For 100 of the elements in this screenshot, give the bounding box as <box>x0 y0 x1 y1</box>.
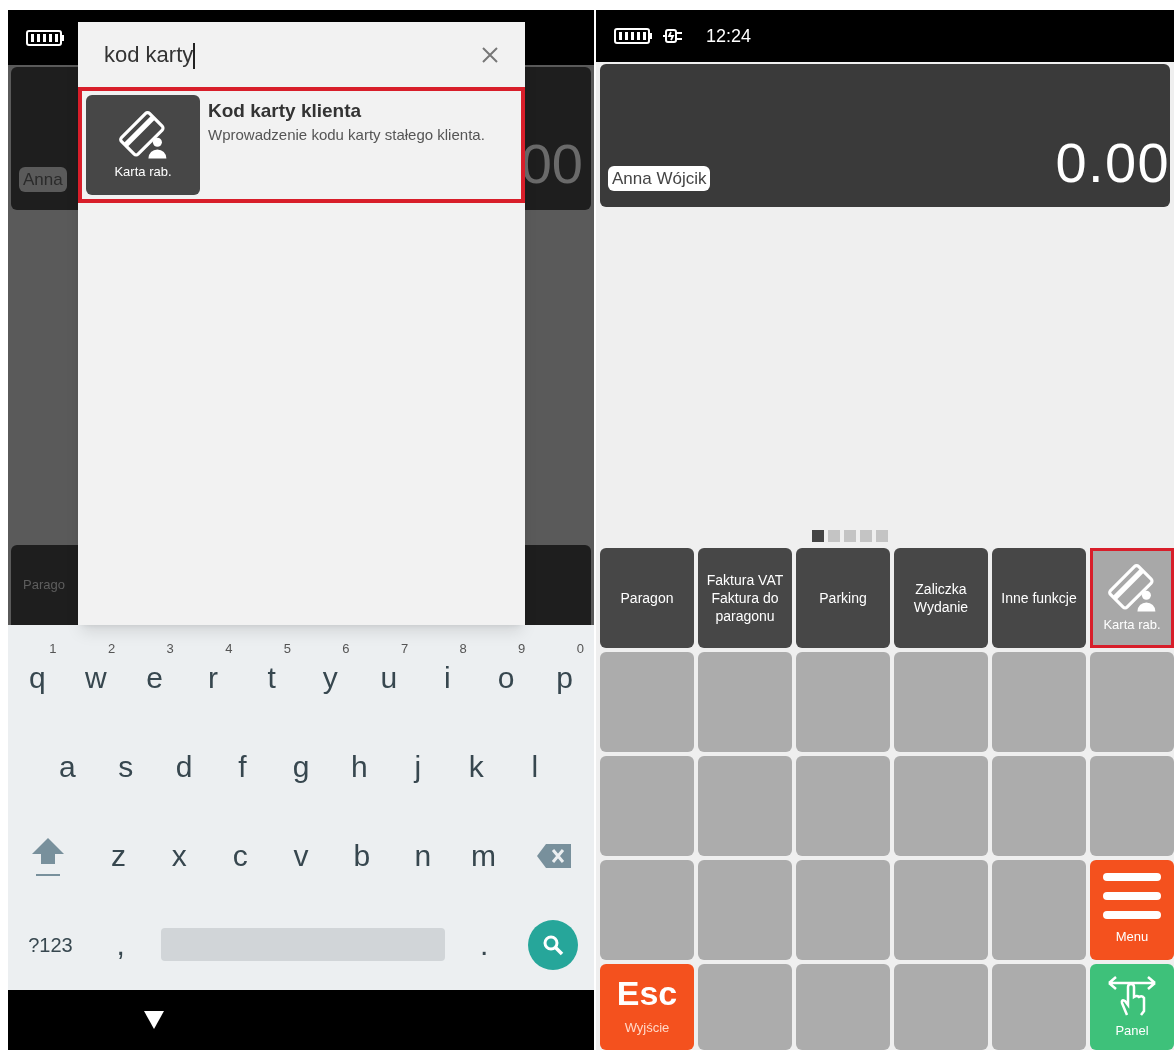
key-letter: e <box>146 660 163 696</box>
key-letter: m <box>471 838 497 874</box>
key-letter: k <box>468 749 484 785</box>
key-hint: 3 <box>166 640 174 658</box>
keyboard-key[interactable]: 9 o <box>476 633 536 722</box>
function-button[interactable]: Parking <box>796 548 890 648</box>
key-letter: l <box>531 749 539 785</box>
keyboard-key[interactable]: c <box>209 811 271 900</box>
key-letter: q <box>28 660 46 696</box>
empty-slot[interactable] <box>992 652 1086 752</box>
empty-slot[interactable] <box>992 756 1086 856</box>
keyboard-key[interactable]: z <box>88 811 149 900</box>
keyboard-key[interactable]: 6 y <box>300 633 360 722</box>
back-triangle-icon[interactable] <box>143 1010 165 1030</box>
keyboard-key[interactable]: v <box>270 811 332 900</box>
key-hint: 7 <box>400 640 409 658</box>
key-hint: 9 <box>518 640 526 658</box>
backspace-icon <box>536 842 572 869</box>
empty-slot[interactable] <box>698 652 792 752</box>
empty-slot[interactable] <box>796 964 890 1050</box>
keyboard-key[interactable]: l <box>505 722 564 811</box>
search-result[interactable]: Karta rab. Kod karty klienta Wprowadzenie kodu karty stałego klienta. <box>78 87 525 203</box>
empty-slot[interactable] <box>1090 756 1174 856</box>
keyboard-key[interactable]: 8 i <box>418 633 477 722</box>
empty-slot[interactable] <box>600 860 694 960</box>
keyboard-key[interactable]: j <box>388 722 448 811</box>
panel-label: Parago <box>23 576 65 595</box>
keyboard-key[interactable]: x <box>148 811 210 900</box>
keyboard-key[interactable]: d <box>154 722 214 811</box>
keyboard-key[interactable]: m <box>453 811 514 900</box>
key-letter: s <box>118 749 134 785</box>
key-letter: b <box>353 838 371 874</box>
keyboard-key[interactable]: g <box>271 722 331 811</box>
key-hint: 8 <box>459 640 467 658</box>
empty-slot[interactable] <box>698 964 792 1050</box>
keyboard-key[interactable]: 0 p <box>535 633 594 722</box>
search-key[interactable] <box>528 919 578 970</box>
close-icon[interactable] <box>481 45 499 64</box>
keyboard-key[interactable]: 2 w <box>66 633 126 722</box>
keyboard-key[interactable]: 4 r <box>183 633 243 722</box>
search-query: kod karty <box>104 38 473 71</box>
key-letter: n <box>414 838 432 874</box>
empty-slot[interactable] <box>894 652 988 752</box>
keyboard-key[interactable]: , <box>93 900 149 989</box>
result-title: Kod karty klienta <box>208 99 363 123</box>
keyboard-key[interactable]: b <box>331 811 393 900</box>
keyboard-key[interactable]: n <box>392 811 454 900</box>
empty-slot[interactable] <box>894 860 988 960</box>
key-letter: a <box>58 749 76 785</box>
empty-slot[interactable] <box>796 860 890 960</box>
empty-slot[interactable] <box>894 756 988 856</box>
empty-slot[interactable] <box>796 756 890 856</box>
empty-slot[interactable] <box>796 652 890 752</box>
keyboard-key[interactable]: 7 u <box>359 633 419 722</box>
keyboard-key[interactable]: k <box>447 722 506 811</box>
keyboard-key[interactable]: . <box>456 900 512 989</box>
empty-slot[interactable] <box>992 964 1086 1050</box>
empty-slot[interactable] <box>698 860 792 960</box>
key-hint: 1 <box>49 640 57 658</box>
function-button[interactable]: Paragon <box>600 548 694 648</box>
search-field[interactable]: kod karty <box>78 22 525 87</box>
total-amount: 0.00 <box>1055 135 1170 191</box>
swipe-hand-icon <box>1107 973 1157 1018</box>
function-button[interactable]: Faktura VAT Faktura do paragonu <box>698 548 792 648</box>
battery-icon <box>26 29 66 46</box>
tile-label: Karta rab. <box>114 163 172 182</box>
key-letter: o <box>497 660 515 696</box>
function-button[interactable]: Zaliczka Wydanie <box>894 548 988 648</box>
empty-slot[interactable] <box>600 652 694 752</box>
key-letter: h <box>351 749 368 785</box>
function-button[interactable]: Inne funkcje <box>992 548 1086 648</box>
key-hint: 4 <box>225 640 233 658</box>
keyboard-key[interactable]: 3 e <box>125 633 184 722</box>
keyboard-key[interactable]: a <box>38 722 97 811</box>
empty-slot[interactable] <box>992 860 1086 960</box>
key-letter: g <box>292 749 310 785</box>
key-letter: t <box>267 660 276 696</box>
keyboard-key[interactable]: 5 t <box>242 633 301 722</box>
key-letter: p <box>556 660 573 696</box>
key-letter: d <box>175 749 193 785</box>
key-hint: 5 <box>283 640 291 658</box>
key-letter: z <box>110 838 126 874</box>
keyboard-key[interactable]: h <box>330 722 389 811</box>
key-hint: 0 <box>576 640 584 658</box>
keyboard-key[interactable]: s <box>96 722 155 811</box>
key-letter: x <box>171 838 187 874</box>
space-key[interactable] <box>160 928 445 961</box>
key-letter: w <box>85 660 107 696</box>
empty-slot[interactable] <box>698 756 792 856</box>
key-letter: c <box>232 838 248 874</box>
key-letter: u <box>380 660 398 696</box>
empty-slot[interactable] <box>894 964 988 1050</box>
status-time: 12:24 <box>706 24 752 48</box>
key-letter: i <box>444 660 451 696</box>
empty-slot[interactable] <box>1090 652 1174 752</box>
symbols-key[interactable]: ?123 <box>8 900 93 989</box>
keyboard-key[interactable]: f <box>213 722 272 811</box>
key-letter: r <box>208 660 219 696</box>
empty-slot[interactable] <box>600 756 694 856</box>
keyboard-key[interactable]: 1 q <box>8 633 67 722</box>
